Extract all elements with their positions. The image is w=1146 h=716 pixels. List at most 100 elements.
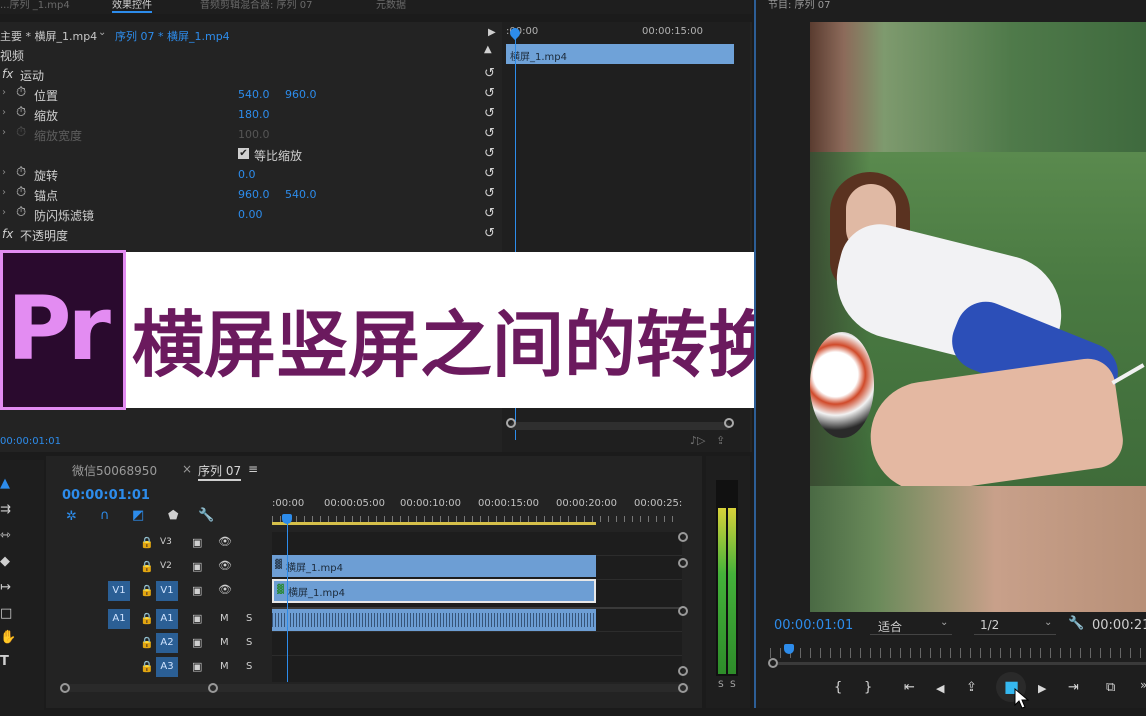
solo-button[interactable]: S bbox=[246, 613, 252, 624]
zoom-handle-right[interactable] bbox=[724, 418, 734, 428]
rotation-value[interactable]: 0.0 bbox=[238, 168, 256, 181]
mute-button[interactable]: M bbox=[220, 613, 229, 624]
solo-button[interactable]: S bbox=[246, 661, 252, 672]
go-to-in-button[interactable]: ⇤ bbox=[904, 680, 915, 695]
lift-button[interactable]: ⇪ bbox=[966, 680, 977, 695]
reset-icon[interactable]: ↺ bbox=[484, 226, 495, 241]
program-zoom-bar[interactable] bbox=[778, 662, 1146, 665]
slip-tool-icon[interactable]: ↦ bbox=[0, 580, 12, 595]
settings-wrench-icon[interactable]: 🔧 bbox=[1068, 616, 1084, 631]
eye-icon[interactable]: 👁 bbox=[218, 535, 232, 548]
lock-icon[interactable]: 🔒 bbox=[140, 612, 154, 625]
stopwatch-icon[interactable]: ⏱ bbox=[16, 85, 26, 100]
program-timecode[interactable]: 00:00:01:01 bbox=[774, 618, 853, 633]
reset-icon[interactable]: ↺ bbox=[484, 146, 495, 161]
program-playhead[interactable] bbox=[784, 644, 794, 654]
sync-lock-icon[interactable]: ▣ bbox=[192, 584, 202, 597]
collapse-arrow-icon[interactable]: ▲ bbox=[484, 44, 492, 55]
track-target-a1[interactable]: A1 bbox=[156, 609, 178, 629]
linked-selection-icon[interactable]: ◩ bbox=[132, 508, 144, 523]
motion-effect-row[interactable]: fx 运动 ↺ bbox=[0, 64, 500, 84]
program-scrub-bar[interactable] bbox=[770, 648, 1146, 658]
reset-icon[interactable]: ↺ bbox=[484, 206, 495, 221]
source-clip-label[interactable]: 主要 * 横屏_1.mp4 bbox=[0, 28, 97, 44]
ripple-edit-tool-icon[interactable]: ⇿ bbox=[0, 528, 12, 543]
lock-icon[interactable]: 🔒 bbox=[140, 536, 154, 549]
mini-zoom-scrollbar[interactable] bbox=[510, 422, 730, 430]
stopwatch-icon[interactable]: ⏱ bbox=[16, 105, 26, 120]
tab-effect-controls[interactable]: 效果控件 bbox=[112, 0, 152, 13]
hand-tool-icon[interactable]: ✋ bbox=[0, 630, 16, 645]
lock-icon[interactable]: 🔒 bbox=[140, 636, 154, 649]
horizontal-scrollbar[interactable] bbox=[60, 683, 690, 693]
work-area-bar[interactable] bbox=[272, 522, 596, 525]
mute-button[interactable]: M bbox=[220, 661, 229, 672]
antiflicker-value[interactable]: 0.00 bbox=[238, 208, 263, 221]
solo-button[interactable]: S bbox=[246, 637, 252, 648]
program-monitor-title[interactable]: 节目: 序列 07 bbox=[768, 0, 830, 11]
program-video-frame[interactable] bbox=[810, 22, 1146, 612]
tab-sequence-07[interactable]: 序列 07 bbox=[198, 462, 242, 481]
uniform-scale-checkbox[interactable]: ✔ bbox=[238, 148, 249, 159]
tab-metadata[interactable]: 元数据 bbox=[376, 0, 406, 11]
type-tool-icon[interactable]: T bbox=[0, 654, 12, 669]
clip-v1[interactable]: ▓ 横屏_1.mp4 bbox=[272, 579, 596, 603]
reset-icon[interactable]: ↺ bbox=[484, 126, 495, 141]
more-controls-icon[interactable]: » bbox=[1140, 678, 1146, 692]
twirl-icon[interactable]: › bbox=[2, 87, 6, 98]
playhead-line[interactable] bbox=[287, 522, 288, 682]
pen-tool-icon[interactable]: □ bbox=[0, 606, 12, 621]
reset-icon[interactable]: ↺ bbox=[484, 86, 495, 101]
effect-timecode[interactable]: 00:00:01:01 bbox=[0, 436, 61, 447]
anchor-y-value[interactable]: 540.0 bbox=[285, 188, 317, 201]
export-icon[interactable]: ⇪ bbox=[716, 434, 725, 447]
tab-audio-mixer[interactable]: 音频剪辑混合器: 序列 07 bbox=[200, 0, 312, 11]
twirl-icon[interactable]: › bbox=[2, 107, 6, 118]
position-y-value[interactable]: 960.0 bbox=[285, 88, 317, 101]
twirl-icon[interactable]: › bbox=[2, 127, 6, 138]
clip-v2[interactable]: ▓ 横屏_1.mp4 bbox=[272, 555, 596, 577]
vertical-scrollbar[interactable] bbox=[678, 532, 688, 682]
expand-arrow-icon[interactable]: ▶ bbox=[488, 27, 496, 38]
twirl-icon[interactable]: › bbox=[2, 167, 6, 178]
reset-icon[interactable]: ↺ bbox=[484, 106, 495, 121]
solo-right-button[interactable]: S bbox=[730, 680, 736, 690]
reset-icon[interactable]: ↺ bbox=[484, 166, 495, 181]
tab-source[interactable]: ...序列 _1.mp4 bbox=[0, 0, 70, 11]
lock-icon[interactable]: 🔒 bbox=[140, 560, 154, 573]
wrench-icon[interactable]: 🔧 bbox=[198, 508, 214, 523]
audio-scrub-icon[interactable]: ♪▷ bbox=[690, 434, 705, 447]
twirl-icon[interactable]: › bbox=[2, 187, 6, 198]
opacity-effect-row[interactable]: fx 不透明度 ↺ bbox=[0, 224, 500, 244]
step-back-button[interactable]: ◀ bbox=[936, 682, 944, 695]
razor-tool-icon[interactable]: ◆ bbox=[0, 554, 12, 569]
chevron-down-icon[interactable]: ⌄ bbox=[98, 27, 106, 38]
sync-lock-icon[interactable]: ▣ bbox=[192, 612, 202, 625]
mute-button[interactable]: M bbox=[220, 637, 229, 648]
position-x-value[interactable]: 540.0 bbox=[238, 88, 270, 101]
tab-wechat-sequence[interactable]: 微信50068950 bbox=[72, 462, 157, 479]
reset-icon[interactable]: ↺ bbox=[484, 186, 495, 201]
nest-sequence-icon[interactable]: ✲ bbox=[66, 509, 77, 524]
panel-menu-icon[interactable]: ≡ bbox=[248, 462, 258, 476]
mark-in-button[interactable]: { bbox=[834, 680, 842, 695]
track-target-v1[interactable]: V1 bbox=[156, 581, 178, 601]
timeline-ruler[interactable]: :00:00 00:00:05:00 00:00:10:00 00:00:15:… bbox=[272, 496, 682, 526]
eye-icon[interactable]: 👁 bbox=[218, 583, 232, 596]
step-forward-button[interactable]: ▶ bbox=[1038, 682, 1046, 695]
sync-lock-icon[interactable]: ▣ bbox=[192, 660, 202, 673]
close-tab-icon[interactable]: × bbox=[182, 462, 192, 476]
stopwatch-icon[interactable]: ⏱ bbox=[16, 165, 26, 180]
go-to-out-button[interactable]: ⇥ bbox=[1068, 680, 1079, 695]
track-target-a3[interactable]: A3 bbox=[156, 657, 178, 677]
mini-clip[interactable]: 横屏_1.mp4 bbox=[506, 44, 734, 64]
anchor-x-value[interactable]: 960.0 bbox=[238, 188, 270, 201]
zoom-handle-left[interactable] bbox=[768, 658, 778, 668]
stopwatch-icon[interactable]: ⏱ bbox=[16, 185, 26, 200]
export-frame-button[interactable]: ⧉ bbox=[1106, 680, 1115, 695]
fit-dropdown[interactable]: 适合 ⌄ bbox=[870, 616, 952, 635]
add-marker-icon[interactable]: ⬟ bbox=[168, 508, 178, 522]
source-patch-v1[interactable]: V1 bbox=[108, 581, 130, 601]
solo-left-button[interactable]: S bbox=[718, 680, 724, 690]
lock-icon[interactable]: 🔒 bbox=[140, 584, 154, 597]
